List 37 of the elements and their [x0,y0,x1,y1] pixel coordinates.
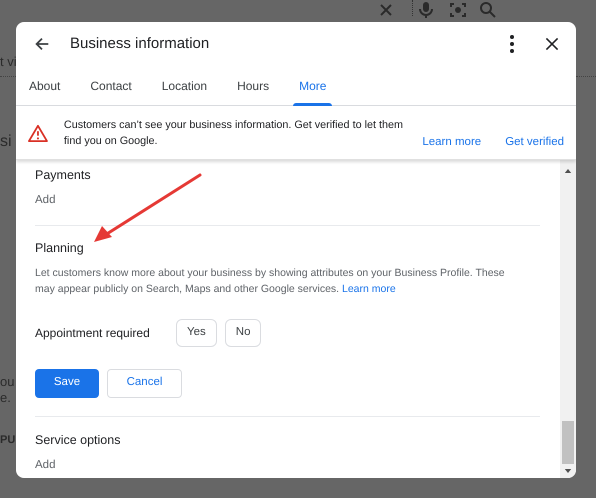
camera-icon[interactable] [448,0,468,20]
dialog-title: Business information [70,34,210,54]
tab[interactable]: More [290,66,336,106]
scrollbar[interactable] [560,160,576,478]
microphone-icon[interactable] [416,0,436,20]
section-description: Let customers know more about your business by showing attributes on your Business Profile. These may appear publicly on Search, Maps and other Google services. Learn more [35,266,505,298]
tab[interactable]: About [20,66,70,106]
background-text: e. [0,389,11,407]
option-button[interactable]: No [224,319,262,346]
tab[interactable]: Contact [81,66,141,106]
more-vertical-icon [509,34,515,54]
tab[interactable]: Location [152,66,216,106]
warning-icon [28,124,48,142]
background-text: si [0,132,12,152]
tab[interactable]: Hours [228,66,278,106]
save-button[interactable]: Save [35,368,99,398]
option-button[interactable]: Yes [176,319,217,346]
banner-link[interactable]: Get verified [505,134,564,151]
scroll-down-icon[interactable] [564,468,572,474]
section-title: Payments [35,167,92,184]
attribute-label: Appointment required [35,324,151,342]
section-title: Planning [35,240,85,258]
scroll-up-icon[interactable] [564,168,572,174]
add-link[interactable]: Add [35,192,56,210]
back-arrow-icon [33,35,51,53]
scrollbar-thumb[interactable] [562,421,574,464]
cancel-button[interactable]: Cancel [107,368,182,398]
background-text: t vi [0,53,17,71]
add-link[interactable]: Add [35,456,56,474]
background-text: ou [0,373,14,391]
learn-more-link[interactable]: Learn more [342,283,396,296]
warning-message: Customers can’t see your business information. Get verified to let them find you on Google. [64,118,404,148]
close-icon [544,36,560,52]
section-title: Service options [35,432,122,448]
background-text: PU [0,433,16,448]
banner-link[interactable]: Learn more [422,134,482,151]
search-icon[interactable] [478,0,498,20]
